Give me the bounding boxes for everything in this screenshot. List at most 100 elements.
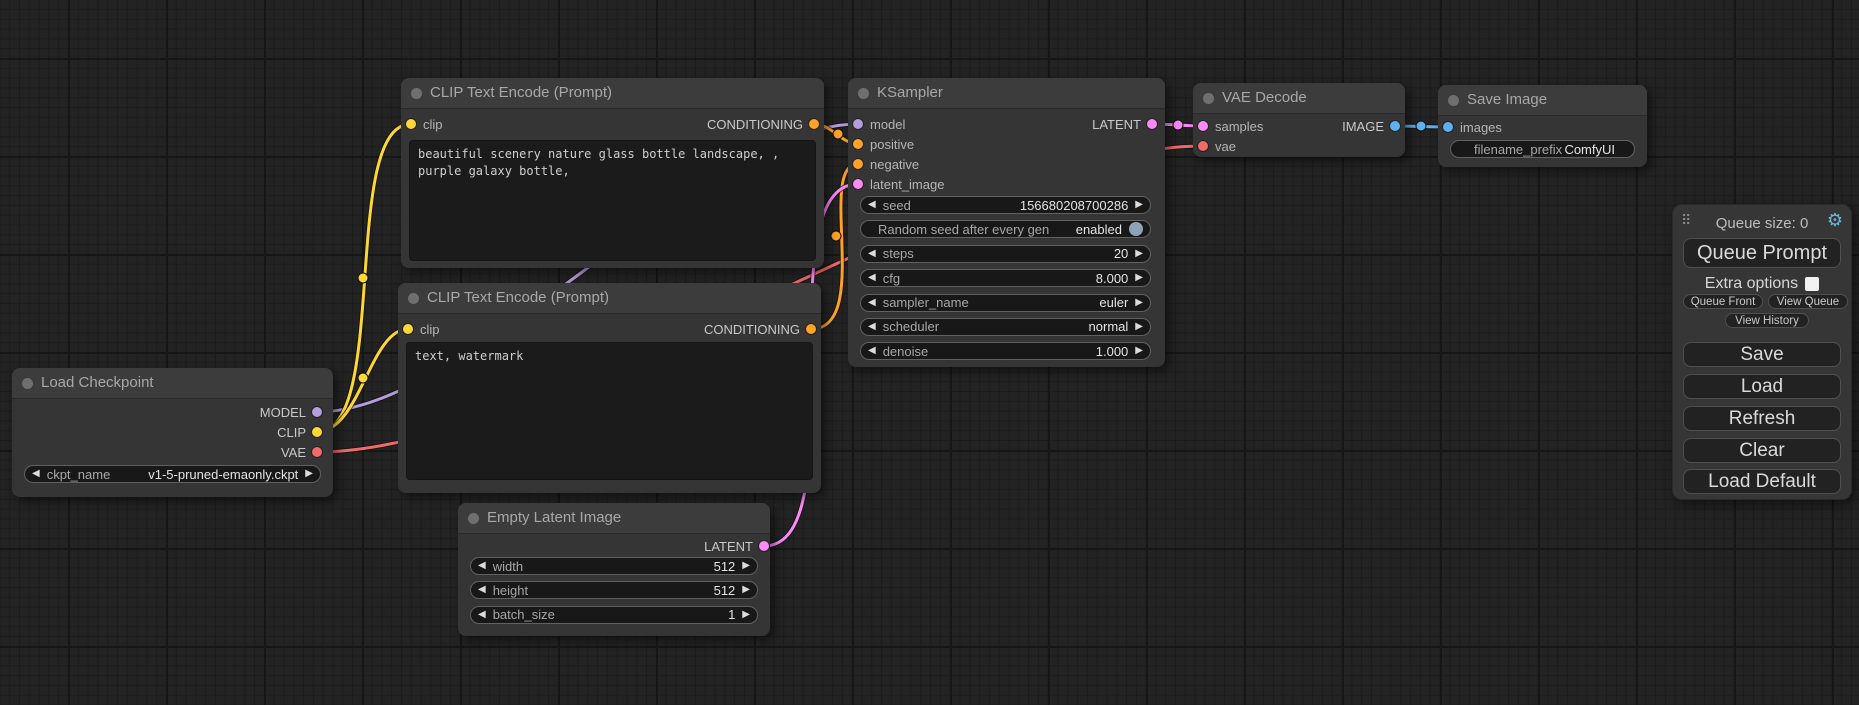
increment-icon[interactable]: ▶ [1135, 245, 1143, 263]
decrement-icon[interactable]: ◀ [478, 581, 486, 599]
decrement-icon[interactable]: ◀ [868, 318, 876, 336]
node-clip-text-encode-positive[interactable]: CLIP Text Encode (Prompt) clip CONDITION… [401, 78, 824, 268]
widget-label: denoise [883, 344, 929, 359]
collapse-dot[interactable] [1203, 93, 1214, 104]
node-save-image[interactable]: Save Image images filename_prefix ComfyU… [1438, 85, 1647, 167]
node-vae-decode[interactable]: VAE Decode samples vae IMAGE [1193, 83, 1405, 157]
widget-batch-size[interactable]: ◀ batch_size 1 ▶ [470, 606, 758, 624]
widget-denoise[interactable]: ◀ denoise 1.000 ▶ [860, 342, 1151, 360]
refresh-button[interactable]: Refresh [1683, 406, 1841, 431]
increment-icon[interactable]: ▶ [742, 581, 750, 599]
queue-prompt-button[interactable]: Queue Prompt [1683, 238, 1841, 268]
prompt-textarea[interactable]: text, watermark [406, 342, 813, 480]
output-slot-model[interactable] [312, 407, 322, 417]
input-slot-row: positive [848, 134, 1165, 154]
output-slot-row: VAE [12, 442, 333, 462]
input-slot-latent-image[interactable] [853, 179, 863, 189]
increment-icon[interactable]: ▶ [1135, 196, 1143, 214]
increment-icon[interactable]: ▶ [1135, 269, 1143, 287]
node-header[interactable]: CLIP Text Encode (Prompt) [401, 78, 824, 109]
widget-list: ◀ width 512 ▶ ◀ height 512 ▶ ◀ batch_siz… [470, 557, 758, 630]
widget-scheduler[interactable]: ◀ scheduler normal ▶ [860, 318, 1151, 336]
clear-button[interactable]: Clear [1683, 438, 1841, 463]
extra-options-checkbox[interactable] [1805, 277, 1819, 291]
widget-seed[interactable]: ◀ seed 156680208700286 ▶ [860, 196, 1151, 214]
output-slot-vae[interactable] [312, 447, 322, 457]
decrement-icon[interactable]: ◀ [478, 557, 486, 575]
view-queue-button[interactable]: View Queue [1768, 294, 1848, 309]
collapse-dot[interactable] [411, 88, 422, 99]
widget-label: cfg [883, 271, 900, 286]
input-slot-vae[interactable] [1198, 141, 1208, 151]
queue-panel: ⠿ Queue size: 0 ⚙ Queue Prompt Extra opt… [1672, 204, 1852, 500]
widget-value: ComfyUI [1564, 142, 1615, 157]
widget-steps[interactable]: ◀ steps 20 ▶ [860, 245, 1151, 263]
queue-front-button[interactable]: Queue Front [1683, 294, 1763, 309]
node-header[interactable]: Empty Latent Image [458, 503, 770, 534]
output-slot-row: LATENT [458, 536, 770, 556]
output-label: IMAGE [1342, 119, 1384, 134]
widget-width[interactable]: ◀ width 512 ▶ [470, 557, 758, 575]
increment-icon[interactable]: ▶ [1135, 342, 1143, 360]
node-ksampler[interactable]: KSampler model positive negative latent_… [848, 78, 1165, 367]
link-dot [358, 273, 368, 283]
prompt-textarea[interactable]: beautiful scenery nature glass bottle la… [409, 140, 816, 261]
widget-label: sampler_name [883, 295, 969, 310]
decrement-icon[interactable]: ◀ [478, 606, 486, 624]
input-slot-row: negative [848, 154, 1165, 174]
decrement-icon[interactable]: ◀ [868, 196, 876, 214]
collapse-dot[interactable] [408, 293, 419, 304]
increment-icon[interactable]: ▶ [1135, 318, 1143, 336]
decrement-icon[interactable]: ◀ [868, 245, 876, 263]
decrement-icon[interactable]: ◀ [868, 269, 876, 287]
output-slot-row: IMAGE [1193, 116, 1405, 136]
input-label: images [1460, 120, 1502, 135]
widget-random-seed-toggle[interactable]: Random seed after every gen enabled [860, 220, 1151, 238]
output-slot-latent[interactable] [1147, 119, 1157, 129]
link-dot [831, 231, 841, 241]
input-slot-negative[interactable] [853, 159, 863, 169]
node-clip-text-encode-negative[interactable]: CLIP Text Encode (Prompt) clip CONDITION… [398, 283, 821, 493]
node-header[interactable]: VAE Decode [1193, 83, 1405, 114]
output-slot-latent[interactable] [759, 541, 769, 551]
output-slot-conditioning[interactable] [806, 324, 816, 334]
collapse-dot[interactable] [1448, 95, 1459, 106]
increment-icon[interactable]: ▶ [305, 465, 313, 483]
output-slot-image[interactable] [1390, 121, 1400, 131]
decrement-icon[interactable]: ◀ [868, 294, 876, 312]
node-header[interactable]: Load Checkpoint [12, 368, 333, 399]
node-header[interactable]: KSampler [848, 78, 1165, 109]
widget-height[interactable]: ◀ height 512 ▶ [470, 581, 758, 599]
collapse-dot[interactable] [858, 88, 869, 99]
decrement-icon[interactable]: ◀ [868, 342, 876, 360]
increment-icon[interactable]: ▶ [1135, 294, 1143, 312]
toggle-icon[interactable] [1129, 222, 1143, 236]
output-slot-clip[interactable] [312, 427, 322, 437]
node-load-checkpoint[interactable]: Load Checkpoint MODEL CLIP VAE ◀ ckpt_na… [12, 368, 333, 497]
widget-sampler-name[interactable]: ◀ sampler_name euler ▶ [860, 294, 1151, 312]
gear-icon[interactable]: ⚙ [1827, 211, 1843, 229]
widget-filename-prefix[interactable]: filename_prefix ComfyUI [1450, 140, 1635, 158]
widget-cfg[interactable]: ◀ cfg 8.000 ▶ [860, 269, 1151, 287]
view-history-button[interactable]: View History [1725, 313, 1809, 328]
input-slot-positive[interactable] [853, 139, 863, 149]
load-button[interactable]: Load [1683, 374, 1841, 399]
output-slot-conditioning[interactable] [809, 119, 819, 129]
node-title: Save Image [1467, 91, 1547, 108]
save-button[interactable]: Save [1683, 342, 1841, 367]
widget-ckpt-name[interactable]: ◀ ckpt_name v1-5-pruned-emaonly.ckpt ▶ [24, 465, 321, 483]
node-empty-latent-image[interactable]: Empty Latent Image LATENT ◀ width 512 ▶ … [458, 503, 770, 636]
increment-icon[interactable]: ▶ [742, 606, 750, 624]
widget-label: width [493, 559, 523, 574]
collapse-dot[interactable] [468, 513, 479, 524]
input-label: positive [870, 137, 914, 152]
node-header[interactable]: CLIP Text Encode (Prompt) [398, 283, 821, 314]
input-slot-images[interactable] [1443, 122, 1453, 132]
collapse-dot[interactable] [22, 378, 33, 389]
load-default-button[interactable]: Load Default [1683, 469, 1841, 494]
node-title: VAE Decode [1222, 89, 1307, 106]
decrement-icon[interactable]: ◀ [32, 465, 40, 483]
increment-icon[interactable]: ▶ [742, 557, 750, 575]
node-title: Load Checkpoint [41, 374, 154, 391]
node-header[interactable]: Save Image [1438, 85, 1647, 116]
